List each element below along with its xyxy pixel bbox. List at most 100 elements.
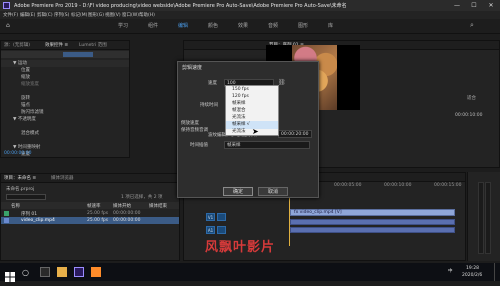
fit-dropdown[interactable]: 适合 bbox=[467, 95, 476, 101]
menu-file[interactable]: 文件(F) bbox=[3, 12, 18, 18]
column-fps[interactable]: 帧速率 bbox=[87, 203, 101, 209]
effect-row[interactable]: ▼ 运动 bbox=[1, 60, 129, 67]
menu-help[interactable]: 帮助(H) bbox=[139, 12, 155, 18]
workspace-bar: ⌂ 学习 组件 编辑 颜色 效果 音频 图形 库 ⌕ bbox=[0, 19, 500, 34]
item-start: 00:00:00:00 bbox=[113, 211, 141, 216]
speed-label: 速度 bbox=[208, 81, 217, 86]
minimize-button[interactable]: — bbox=[450, 1, 464, 10]
effect-row[interactable]: ▼ 时间重映射 bbox=[1, 144, 129, 151]
workspace-audio[interactable]: 音频 bbox=[268, 22, 278, 29]
project-tabs: 项目：未命名 ≡ 媒体浏览器 bbox=[1, 174, 179, 183]
item-name: video_clip.mp4 bbox=[21, 218, 55, 223]
track-sync-lock[interactable] bbox=[217, 213, 226, 221]
reverse-label: 倒放速度 bbox=[181, 121, 199, 126]
effect-row[interactable]: 旋转 bbox=[1, 95, 129, 102]
taskbar-search-icon[interactable]: ○ bbox=[22, 268, 32, 278]
link-chain-icon[interactable]: ⛓ bbox=[278, 79, 286, 86]
video-clip-icon bbox=[4, 218, 9, 223]
effect-controls-tabs: 源：(无剪辑) 效果控件 ≡ Lumetri 范围 bbox=[1, 41, 129, 50]
column-name[interactable]: 名称 bbox=[11, 203, 20, 209]
tab-source[interactable]: 源：(无剪辑) bbox=[4, 42, 30, 48]
selection-count: 1 项已选择，共 2 项 bbox=[121, 195, 163, 200]
effect-row[interactable]: ▼ 不透明度 bbox=[1, 116, 129, 123]
ok-button[interactable]: 确定 bbox=[223, 187, 253, 196]
audio-meter-left bbox=[478, 182, 484, 254]
home-icon[interactable]: ⌂ bbox=[6, 22, 10, 29]
ruler-tick: 00:00:05:00 bbox=[334, 183, 362, 188]
ime-language[interactable]: 中 bbox=[448, 268, 453, 274]
show-desktop-button[interactable] bbox=[494, 263, 500, 281]
video-clip[interactable]: fx video_clip.mp4 [V] bbox=[290, 209, 455, 216]
ruler-tick: 00:00:15:00 bbox=[434, 183, 462, 188]
workspace-graphics[interactable]: 图形 bbox=[298, 22, 308, 29]
search-icon[interactable]: ⌕ bbox=[470, 21, 474, 30]
premiere-taskbar-icon[interactable] bbox=[74, 267, 84, 277]
item-start: 00:00:00:00 bbox=[113, 218, 141, 223]
project-item-row[interactable]: video_clip.mp4 25.00 fps 00:00:00:00 bbox=[1, 217, 179, 224]
menu-graphics[interactable]: 图形(G) bbox=[88, 12, 104, 18]
task-view-icon[interactable] bbox=[40, 267, 50, 277]
menu-view[interactable]: 视图(V) bbox=[105, 12, 121, 18]
file-explorer-icon[interactable] bbox=[57, 267, 67, 277]
tab-project[interactable]: 项目：未命名 ≡ bbox=[4, 175, 36, 181]
effect-row[interactable]: 缩放 bbox=[1, 74, 129, 81]
close-button[interactable]: ✕ bbox=[484, 1, 498, 10]
track-target-a1[interactable]: A1 bbox=[206, 226, 215, 234]
item-fps: 25.00 fps bbox=[87, 218, 109, 223]
workspace-libraries[interactable]: 库 bbox=[328, 22, 333, 29]
tab-lumetri-scopes[interactable]: Lumetri 范围 bbox=[79, 42, 107, 48]
effect-row[interactable]: 缩放宽度 bbox=[1, 81, 129, 88]
project-item-row[interactable]: 序列 01 25.00 fps 00:00:00:00 bbox=[1, 210, 179, 217]
audio-meter-panel bbox=[467, 172, 500, 261]
audio-meter-right bbox=[485, 182, 491, 254]
menu-sequence[interactable]: 序列(S) bbox=[54, 12, 69, 18]
windows-start-icon[interactable] bbox=[5, 267, 15, 282]
duration-label: 持续时间 bbox=[200, 103, 218, 108]
column-media-end[interactable]: 媒体结束 bbox=[149, 203, 167, 209]
effect-controls-panel: 源：(无剪辑) 效果控件 ≡ Lumetri 范围 ▼ 运动 位置 缩放 缩放宽… bbox=[0, 40, 130, 158]
workspace-color[interactable]: 颜色 bbox=[208, 22, 218, 29]
keep-pitch-label: 保持音频音调 bbox=[181, 128, 208, 133]
maximize-button[interactable]: ☐ bbox=[467, 1, 481, 10]
effect-row[interactable]: 锚点 bbox=[1, 102, 129, 109]
workspace-learn[interactable]: 学习 bbox=[118, 22, 128, 29]
watermark-text: 风飘叶影片 bbox=[205, 240, 276, 255]
menu-edit[interactable]: 编辑(E) bbox=[20, 12, 35, 18]
menu-window[interactable]: 窗口(W) bbox=[122, 12, 139, 18]
menu-bar: 文件(F) 编辑(E) 剪辑(C) 序列(S) 标记(M) 图形(G) 视图(V… bbox=[0, 11, 500, 19]
effect-timecode[interactable]: 00:00:00:00 bbox=[4, 151, 31, 156]
taskbar-clock-date[interactable]: 2020/2/6 bbox=[462, 273, 482, 278]
ruler-tick: 00:00:10:00 bbox=[384, 183, 412, 188]
clip-label: fx video_clip.mp4 [V] bbox=[294, 210, 342, 215]
sequence-icon bbox=[4, 211, 9, 216]
audio-clip[interactable] bbox=[290, 219, 455, 225]
track-mute[interactable] bbox=[217, 226, 226, 234]
workspace-effects[interactable]: 效果 bbox=[238, 22, 248, 29]
duration-input[interactable]: 00:00:20:00 bbox=[278, 130, 312, 138]
app-taskbar-icon[interactable] bbox=[91, 267, 101, 277]
effect-row[interactable]: 混合模式 bbox=[1, 130, 129, 137]
interp-select[interactable]: 帧采样 bbox=[224, 141, 310, 149]
effect-controls-header bbox=[1, 51, 129, 58]
title-bar: Adobe Premiere Pro 2019 - D:\Fl video pr… bbox=[0, 0, 500, 11]
tab-effect-controls[interactable]: 效果控件 ≡ bbox=[45, 42, 68, 48]
project-search-input[interactable] bbox=[6, 194, 46, 200]
column-media-start[interactable]: 媒体开始 bbox=[113, 203, 131, 209]
workspace-assembly[interactable]: 组件 bbox=[148, 22, 158, 29]
item-fps: 25.00 fps bbox=[87, 211, 109, 216]
menu-marker[interactable]: 标记(M) bbox=[71, 12, 87, 18]
workspace-editing[interactable]: 编辑 bbox=[178, 22, 188, 29]
track-target-v1[interactable]: V1 bbox=[206, 213, 215, 221]
mouse-cursor-icon: ➤ bbox=[252, 127, 259, 136]
clip-marker bbox=[63, 52, 93, 57]
premiere-logo-icon bbox=[3, 2, 10, 9]
effect-row[interactable]: 位置 bbox=[1, 67, 129, 74]
dialog-title: 剪辑速度 bbox=[182, 65, 203, 71]
tab-media-browser[interactable]: 媒体浏览器 bbox=[51, 175, 74, 181]
menu-clip[interactable]: 剪辑(C) bbox=[37, 12, 53, 18]
taskbar-clock-time[interactable]: 19:28 bbox=[466, 266, 479, 271]
interp-label: 时间插值 bbox=[190, 143, 208, 148]
effect-row[interactable]: 防闪烁滤镜 bbox=[1, 109, 129, 116]
cancel-button[interactable]: 取消 bbox=[258, 187, 288, 196]
audio-clip[interactable] bbox=[290, 227, 455, 233]
